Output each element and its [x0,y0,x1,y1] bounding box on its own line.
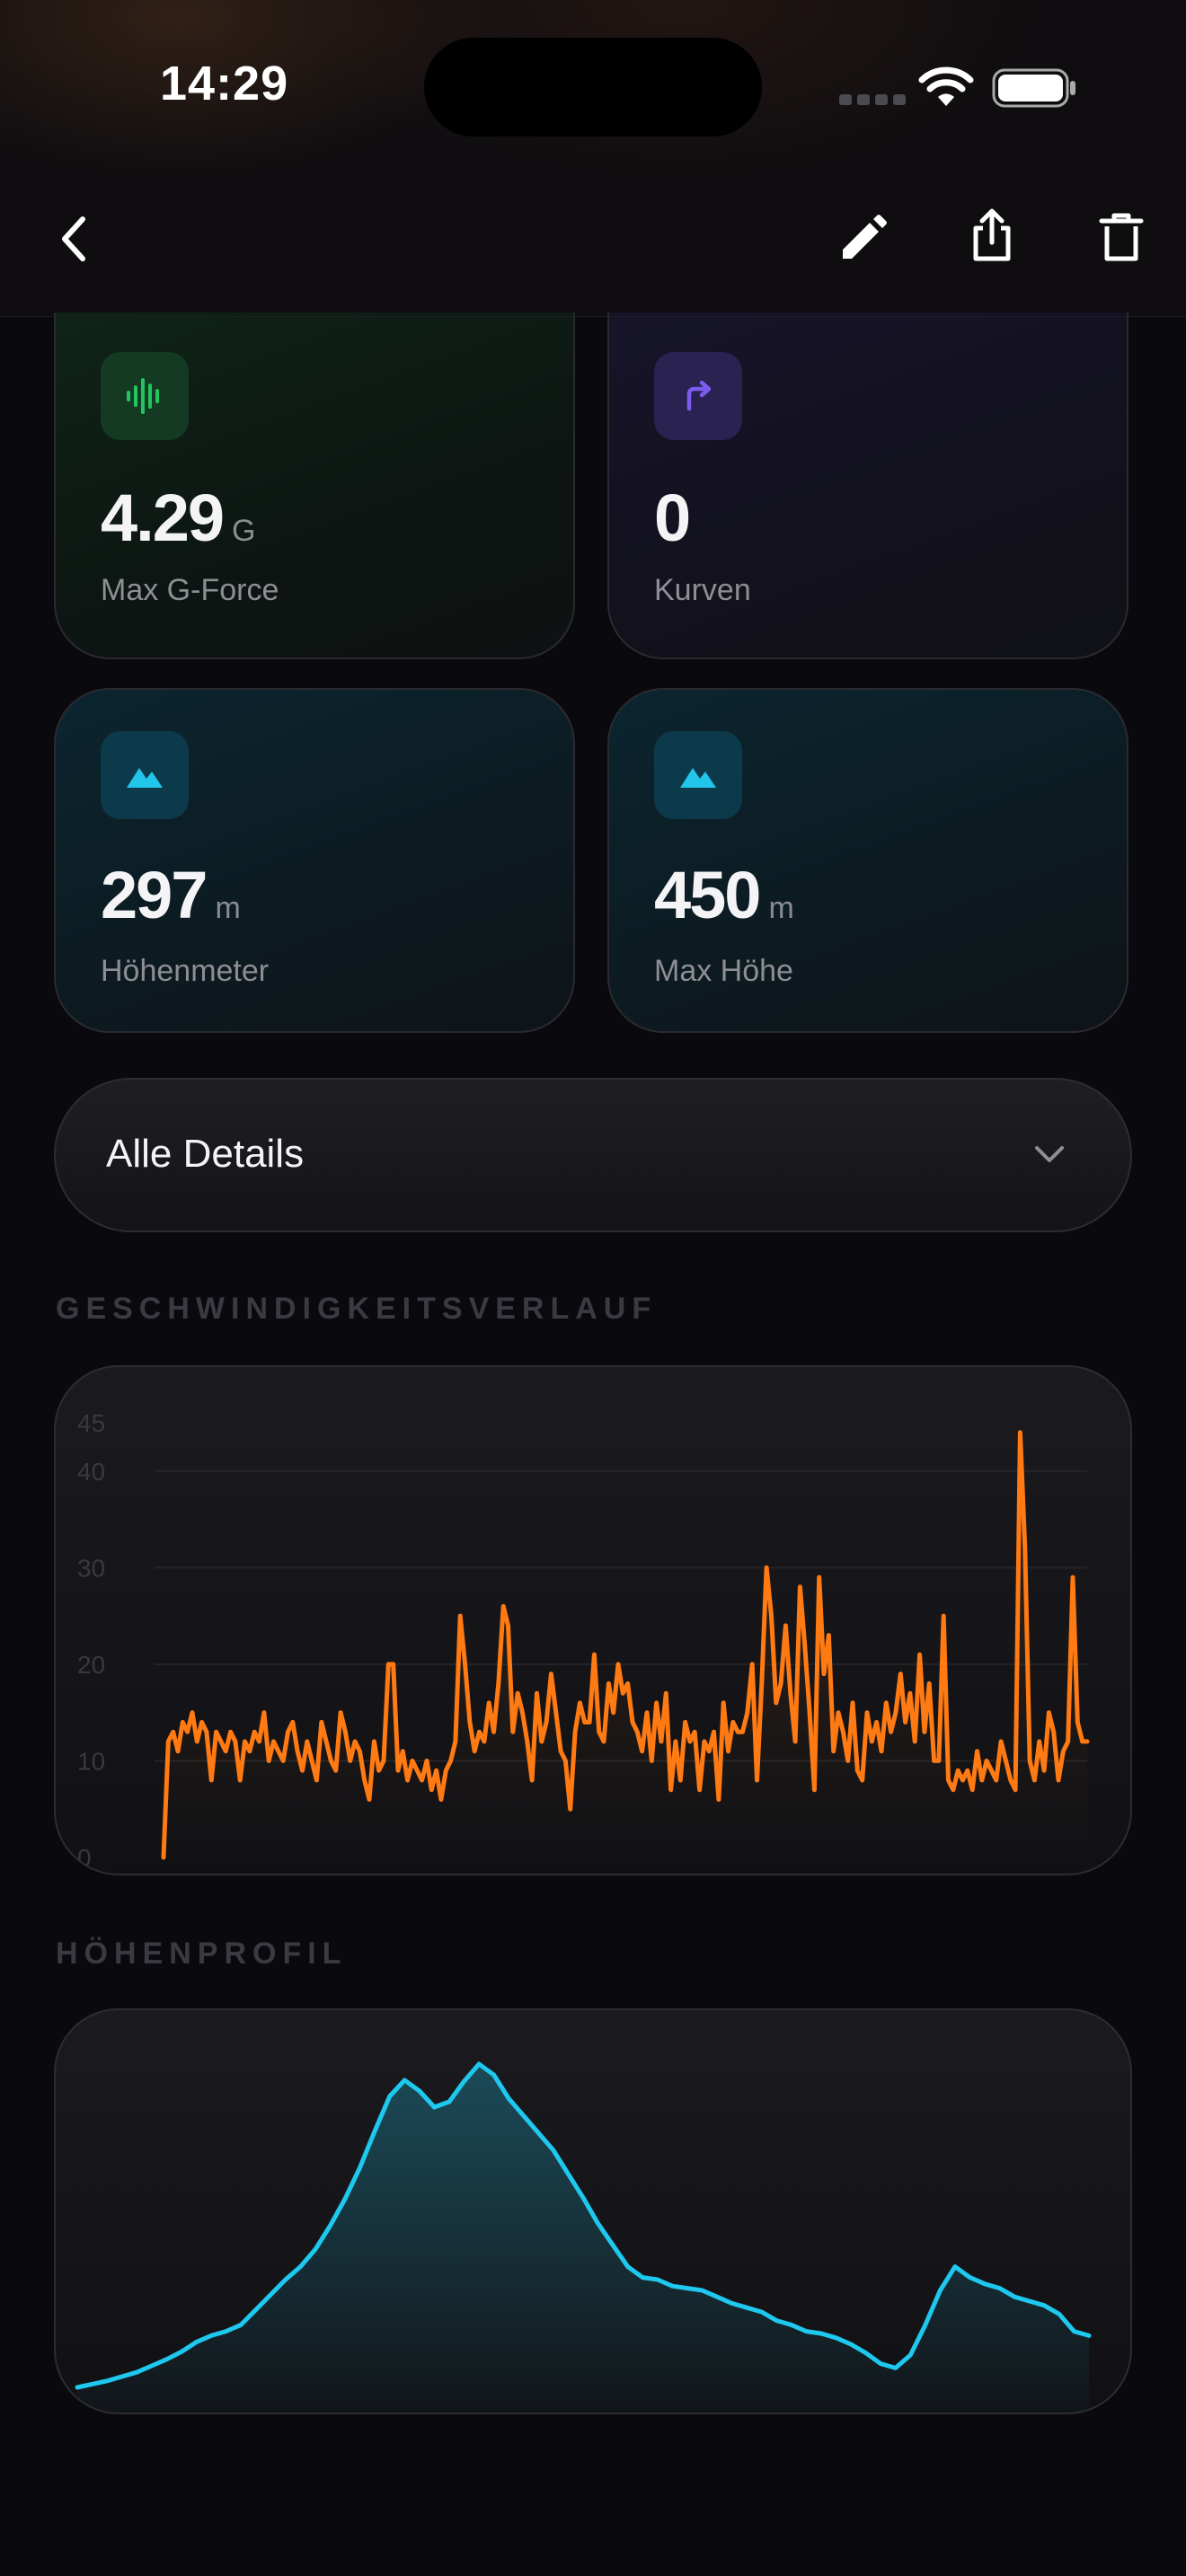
elevation-chart-card [54,2008,1132,2414]
turn-right-arrow-icon [654,352,742,440]
chevron-down-icon [1035,1146,1064,1162]
stat-label: Höhenmeter [101,954,270,988]
dynamic-island [424,38,762,137]
elevation-chart [75,2061,1092,2413]
stat-label: Kurven [654,573,751,607]
all-details-button[interactable]: Alle Details [54,1078,1132,1232]
y-tick-label: 10 [77,1747,105,1775]
waveform-icon [101,352,189,440]
max-hoehe-value-row: 450 m [654,857,794,933]
y-tick-label: 0 [77,1844,92,1872]
navigation-bar: 14:29 [0,0,1186,317]
stat-label: Max Höhe [654,954,793,988]
status-time: 14:29 [160,57,289,110]
mountain-icon [101,731,189,819]
stat-unit: m [768,891,794,925]
share-button[interactable] [967,207,1017,264]
y-tick-label: 40 [77,1458,105,1486]
y-tick-label: 20 [77,1651,105,1679]
y-tick-label: 30 [77,1554,105,1582]
all-details-label: Alle Details [106,1132,305,1176]
stat-card-max-hoehe: 450 m Max Höhe [607,688,1128,1033]
stat-value: 450 [654,858,761,932]
stat-value: 4.29 [101,481,225,555]
y-tick-label: 45 [77,1409,105,1437]
stat-unit: m [215,891,241,925]
stat-card-hoehenmeter: 297 m Höhenmeter [54,688,575,1033]
stat-value: 0 [654,481,691,555]
cellular-signal-icon [839,93,911,110]
kurven-value-row: 0 [654,480,698,556]
delete-button[interactable] [1096,208,1146,266]
elevation-section-title: HÖHENPROFIL [56,1936,348,1971]
stat-label: Max G-Force [101,573,279,607]
speed-area [164,1432,1087,1857]
stat-card-max-g-force: 4.29 G Max G-Force [54,313,575,659]
stat-card-kurven: 0 Kurven [607,313,1128,659]
stat-unit: G [232,514,256,548]
stat-value: 297 [101,858,208,932]
wifi-icon [918,66,974,106]
hoehenmeter-value-row: 297 m [101,857,241,933]
battery-icon [992,68,1075,108]
speed-section-title: GESCHWINDIGKEITSVERLAUF [56,1292,658,1326]
elevation-area [77,2064,1089,2413]
speed-chart: 0 10 20 30 40 45 [77,1409,1090,1872]
speed-chart-card: 0 10 20 30 40 45 [54,1365,1132,1875]
edit-button[interactable] [836,212,890,266]
max-g-force-value-row: 4.29 G [101,480,255,556]
back-button[interactable] [56,212,92,266]
mountain-icon [654,731,742,819]
